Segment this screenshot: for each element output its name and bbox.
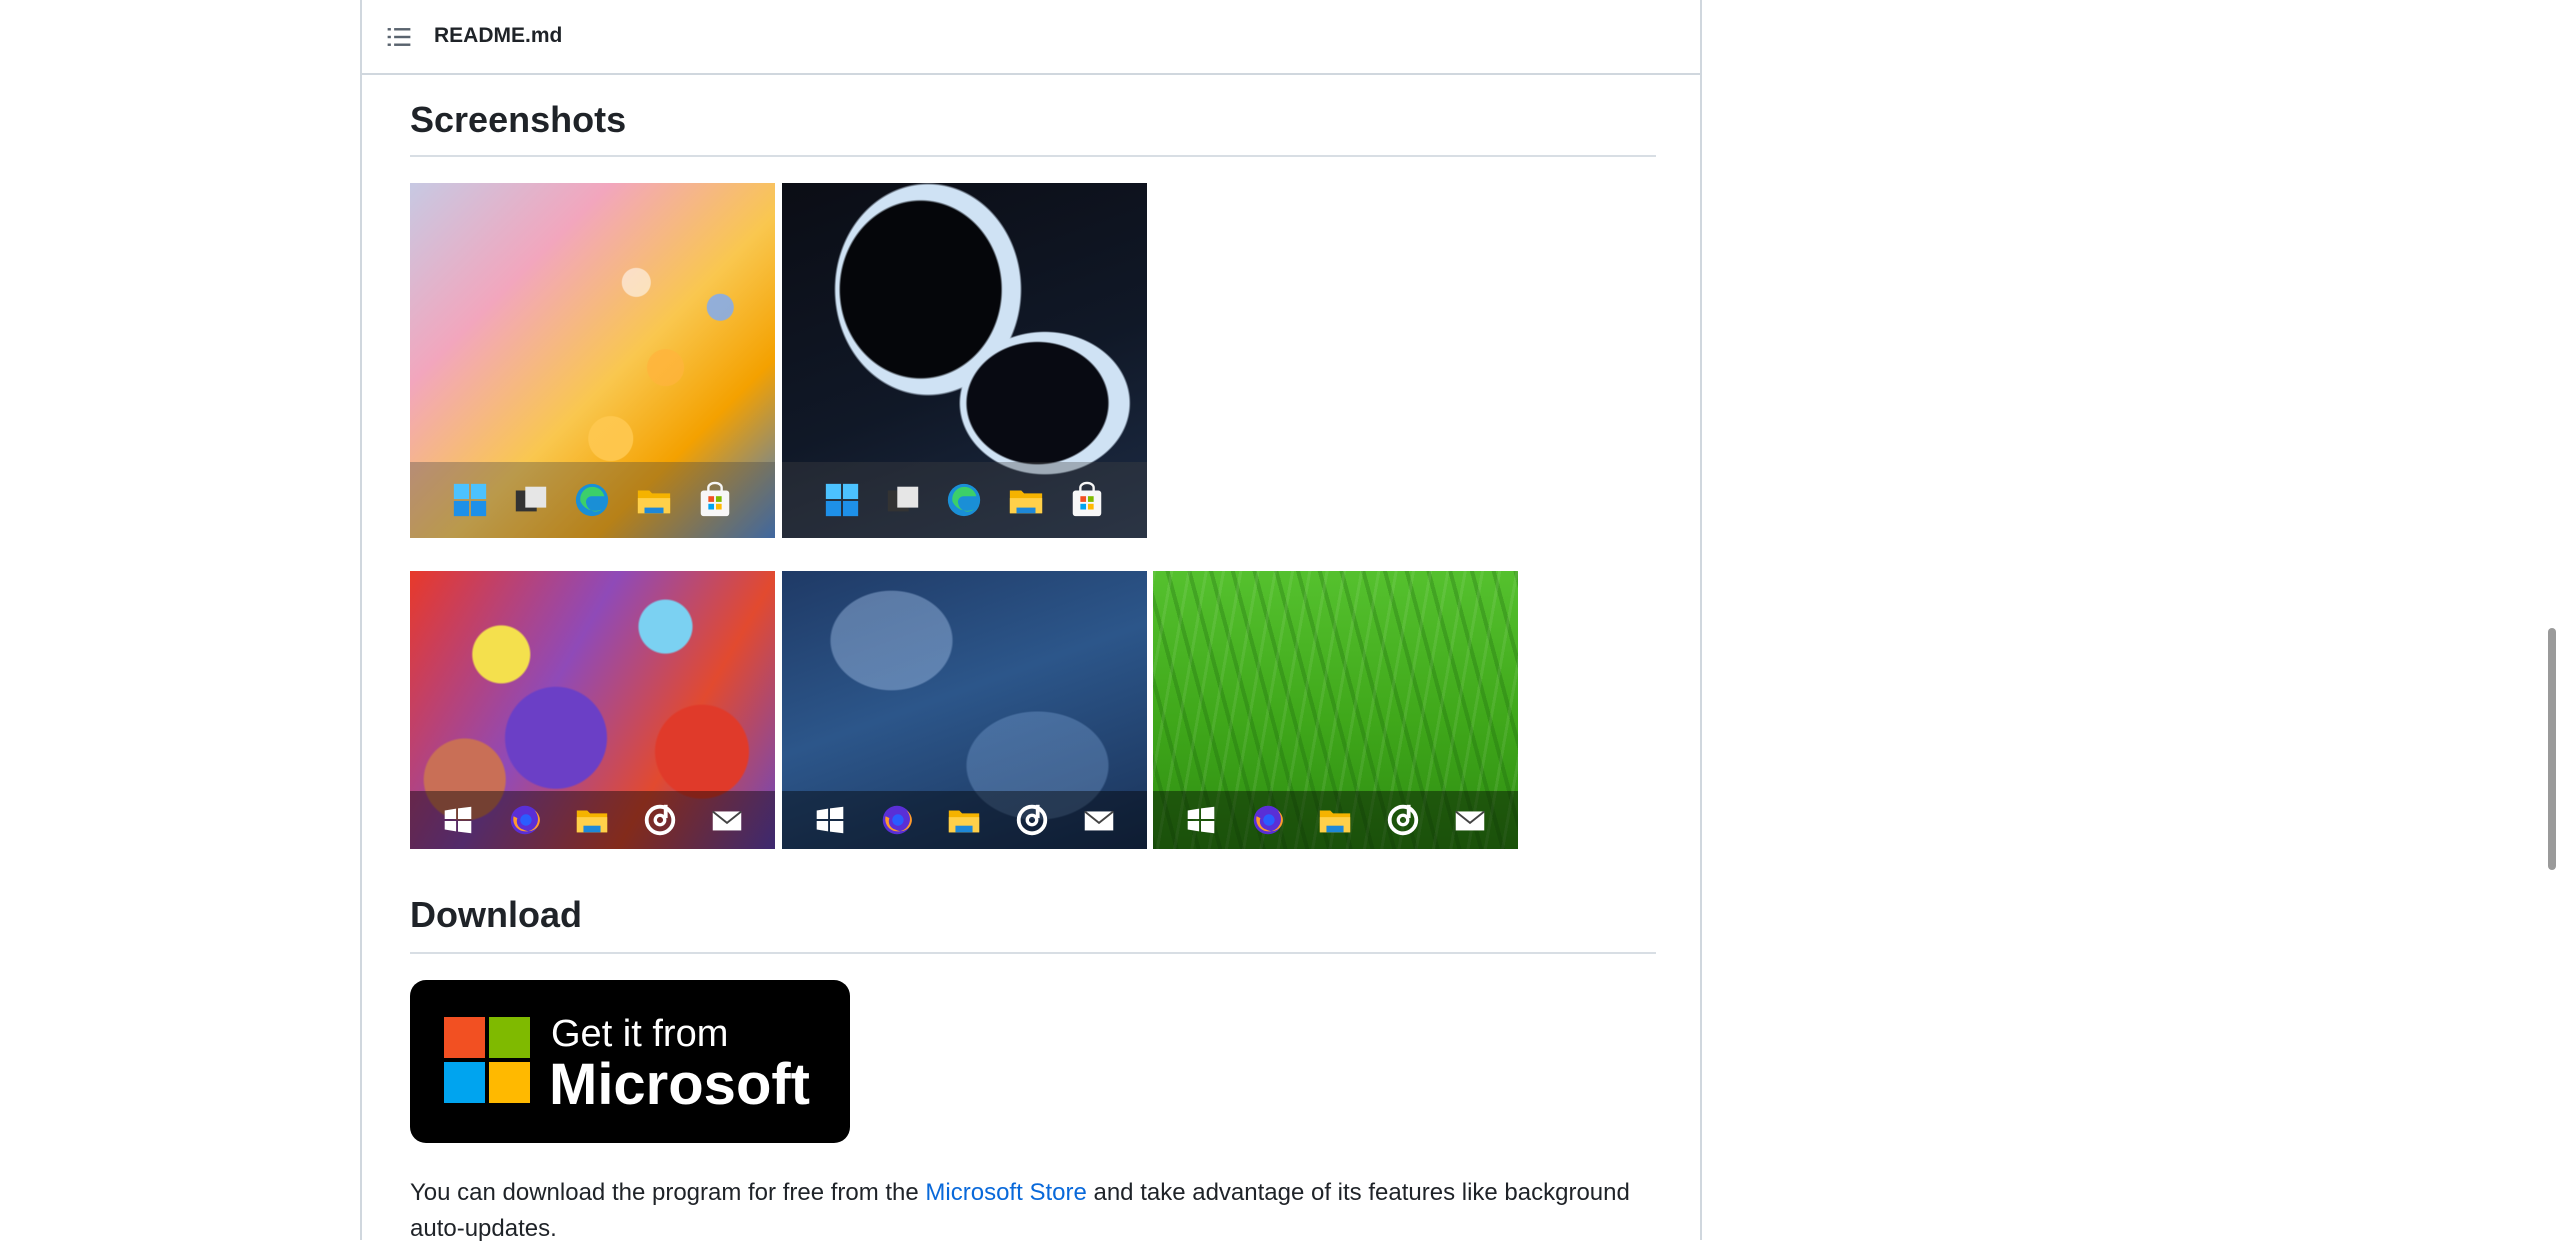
download-description: You can download the program for free fr… [410,1175,1656,1247]
task-view-icon [888,486,919,512]
file-explorer-icon [1009,490,1042,514]
firefox-icon [511,805,541,835]
firefox-icon [883,805,913,835]
badge-line2: Microsoft [549,1052,810,1117]
badge-line1: Get it from [551,1013,728,1055]
scrollbar-thumb[interactable] [2548,628,2556,870]
edge-icon [576,483,609,517]
edge-icon [948,483,981,517]
screenshots-heading: Screenshots [410,99,1656,157]
windows-start-icon [444,806,472,834]
windows-start-icon [816,806,844,834]
screenshot-win11-bubbles[interactable] [410,183,775,538]
taskbar [410,462,775,538]
groove-icon [1387,804,1418,836]
screenshot-win10-colorful[interactable] [410,571,775,849]
groove-icon [1016,804,1047,836]
file-explorer-icon [577,810,608,833]
file-explorer-icon [1320,810,1351,833]
groove-icon [644,804,675,836]
list-unordered-icon[interactable] [386,24,412,50]
mail-icon [1083,810,1114,831]
taskbar [1153,791,1518,849]
windows-start-icon [454,483,487,517]
screenshot-win10-grass[interactable] [1153,571,1518,849]
task-view-icon [516,486,547,512]
readme-header: README.md [362,0,1700,75]
mail-icon [1454,810,1485,831]
firefox-icon [1254,805,1284,835]
readme-panel: README.md Screenshots Download Get it fr… [360,0,1702,1242]
page-scrollbar[interactable] [2542,0,2560,1240]
screenshot-win10-space[interactable] [782,571,1147,849]
readme-filename[interactable]: README.md [434,24,562,48]
windows-start-icon [1187,806,1215,834]
file-explorer-icon [637,490,670,514]
windows-start-icon [826,483,859,517]
store-icon [1072,481,1102,517]
screenshot-win11-dark-abstract[interactable] [782,183,1147,538]
microsoft-store-link[interactable]: Microsoft Store [925,1179,1086,1206]
mail-icon [711,810,742,831]
microsoft-store-badge[interactable]: Get it from Microsoft [410,980,850,1143]
taskbar [782,462,1147,538]
file-explorer-icon [949,810,980,833]
taskbar [410,791,775,849]
store-icon [700,481,730,517]
taskbar [782,791,1147,849]
download-heading: Download [410,894,1656,954]
description-text-1: You can download the program for free fr… [410,1179,926,1206]
